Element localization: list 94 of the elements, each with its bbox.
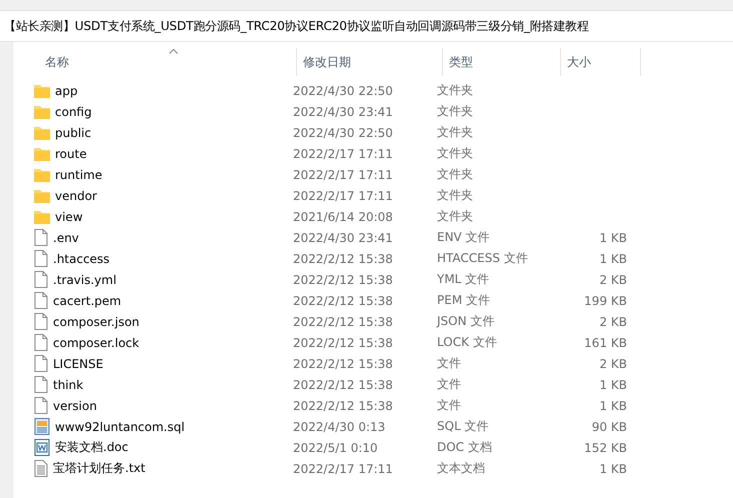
file-name[interactable]: LICENSE [53,356,104,370]
folder-icon [34,84,50,98]
file-name[interactable]: 安装文档.doc [55,439,128,456]
folder-icon [34,126,50,140]
database-file-icon [34,418,50,435]
modified-date: 2022/2/12 15:38 [292,294,394,308]
modified-date: 2022/2/12 15:38 [292,378,394,392]
file-icon [34,250,48,267]
file-name[interactable]: config [55,104,92,118]
folder-icon [34,188,50,202]
folder-icon [34,168,50,182]
scrollbar[interactable] [0,42,13,498]
file-size: 90 KB [590,420,627,434]
modified-date: 2022/2/12 15:38 [292,252,394,266]
folder-title: 【站长亲测】USDT支付系统_USDT跑分源码_TRC20协议ERC20协议监听自动回调源码带三级分销_附搭建教程 [4,18,589,34]
file-type: YML 文件 [436,271,490,288]
file-name[interactable]: composer.json [53,314,140,328]
file-type: 文件 [436,397,462,414]
modified-date: 2022/2/12 15:38 [292,336,394,350]
modified-date: 2022/2/12 15:38 [292,272,394,286]
file-icon [34,376,48,393]
file-name[interactable]: think [53,378,84,392]
file-size: 2 KB [598,314,627,328]
column-header[interactable]: 修改日期 [297,48,443,76]
file-type: 文件夹 [436,124,474,141]
file-icon [34,355,48,372]
file-size: 1 KB [598,398,627,412]
file-type: 文件夹 [436,208,474,225]
file-size: 152 KB [583,440,627,454]
file-type: 文件夹 [436,187,474,204]
file-size: 1 KB [598,378,627,392]
modified-date: 2022/4/30 22:50 [292,84,394,98]
file-size: 161 KB [583,336,627,350]
word-document-icon [34,439,50,456]
file-name[interactable]: 宝塔计划任务.txt [53,460,146,477]
file-icon [34,271,48,288]
file-type: 文件 [436,376,462,393]
file-size: 1 KB [598,462,627,476]
column-header[interactable]: 类型 [443,48,561,76]
modified-date: 2022/2/12 15:38 [292,398,394,412]
file-type: PEM 文件 [436,292,491,309]
folder-icon [34,104,50,118]
modified-date: 2022/4/30 23:41 [292,230,394,244]
column-header[interactable]: 名称 [29,48,297,76]
modified-date: 2022/4/30 22:50 [292,126,394,140]
file-name[interactable]: cacert.pem [53,294,122,308]
file-type: DOC 文档 [436,439,493,456]
file-icon [34,313,48,330]
file-icon [34,229,48,246]
file-icon [34,292,48,309]
column-header[interactable]: 大小 [561,48,641,76]
file-type: 文件夹 [436,166,474,183]
file-name[interactable]: .travis.yml [53,272,116,286]
folder-icon [34,146,50,160]
file-icon [34,334,48,351]
modified-date: 2022/2/17 17:11 [292,188,394,202]
modified-date: 2022/2/17 17:11 [292,146,394,160]
file-type: 文本文档 [436,460,486,477]
modified-date: 2022/5/1 0:10 [292,440,379,454]
file-name[interactable]: view [55,210,83,224]
file-size: 1 KB [598,252,627,266]
file-size: 2 KB [598,272,627,286]
file-name[interactable]: www92luntancom.sql [55,420,185,434]
file-size: 199 KB [583,294,627,308]
file-type: SQL 文件 [436,418,490,435]
text-file-icon [34,460,48,477]
file-icon [34,397,48,414]
file-name[interactable]: .htaccess [53,252,110,266]
file-name[interactable]: public [55,126,92,140]
file-name[interactable]: app [55,84,78,98]
modified-date: 2022/2/17 17:11 [292,168,394,182]
file-name[interactable]: composer.lock [53,336,140,350]
file-size: 2 KB [598,356,627,370]
file-name[interactable]: version [53,398,97,412]
file-type: ENV 文件 [436,229,491,246]
file-type: 文件夹 [436,103,474,120]
file-type: 文件夹 [436,82,474,99]
file-type: 文件 [436,355,462,372]
file-type: LOCK 文件 [436,334,498,351]
file-size: 1 KB [598,230,627,244]
file-type: 文件夹 [436,145,474,162]
modified-date: 2022/2/12 15:38 [292,356,394,370]
file-type: HTACCESS 文件 [436,250,529,267]
file-name[interactable]: runtime [55,168,102,182]
file-name[interactable]: .env [53,230,79,244]
modified-date: 2021/6/14 20:08 [292,210,394,224]
modified-date: 2022/2/17 17:11 [292,462,394,476]
file-type: JSON 文件 [435,313,496,330]
modified-date: 2022/4/30 0:13 [292,420,386,434]
modified-date: 2022/2/12 15:38 [292,314,394,328]
file-name[interactable]: route [55,146,87,160]
modified-date: 2022/4/30 23:41 [292,104,394,118]
file-name[interactable]: vendor [55,188,97,202]
folder-icon [34,210,50,224]
